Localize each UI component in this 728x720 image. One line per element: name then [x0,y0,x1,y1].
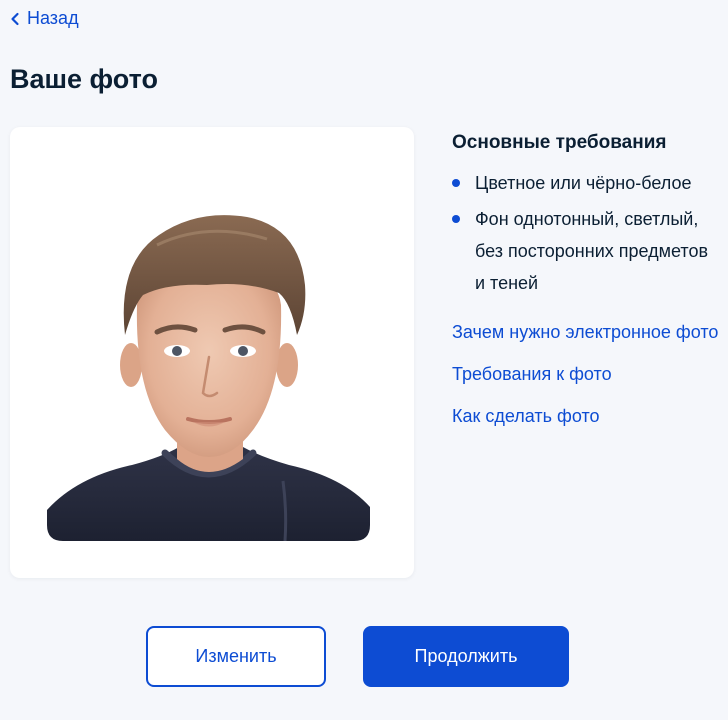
photo-card [10,127,414,578]
requirements-title: Основные требования [452,132,667,153]
list-item: Фон однотонный, светлый, без посторонних… [452,203,722,299]
portrait-photo [47,185,370,541]
requirement-text: Фон однотонный, светлый, без посторонних… [475,209,709,293]
photo-upload-page: Назад Ваше фото Основные требования Цвет… [0,0,728,720]
requirements-panel: Основные требования Цветное или чёрно-бе… [452,132,722,444]
how-to-take-photo-link[interactable]: Как сделать фото [452,402,722,431]
change-button[interactable]: Изменить [146,626,326,687]
why-electronic-photo-link[interactable]: Зачем нужно электронное фото [452,318,722,347]
list-item: Цветное или чёрно-белое [452,167,722,199]
requirements-list: Цветное или чёрно-белое Фон однотонный, … [452,167,722,299]
chevron-left-icon [11,12,19,25]
back-label: Назад [27,8,79,28]
help-links: Зачем нужно электронное фото Требования … [452,318,722,431]
continue-button[interactable]: Продолжить [363,626,569,687]
requirement-text: Цветное или чёрно-белое [475,173,692,193]
page-title: Ваше фото [10,64,158,94]
bullet-icon [452,179,460,187]
bullet-icon [452,215,460,223]
photo-requirements-link[interactable]: Требования к фото [452,360,722,389]
back-link[interactable]: Назад [10,8,79,29]
